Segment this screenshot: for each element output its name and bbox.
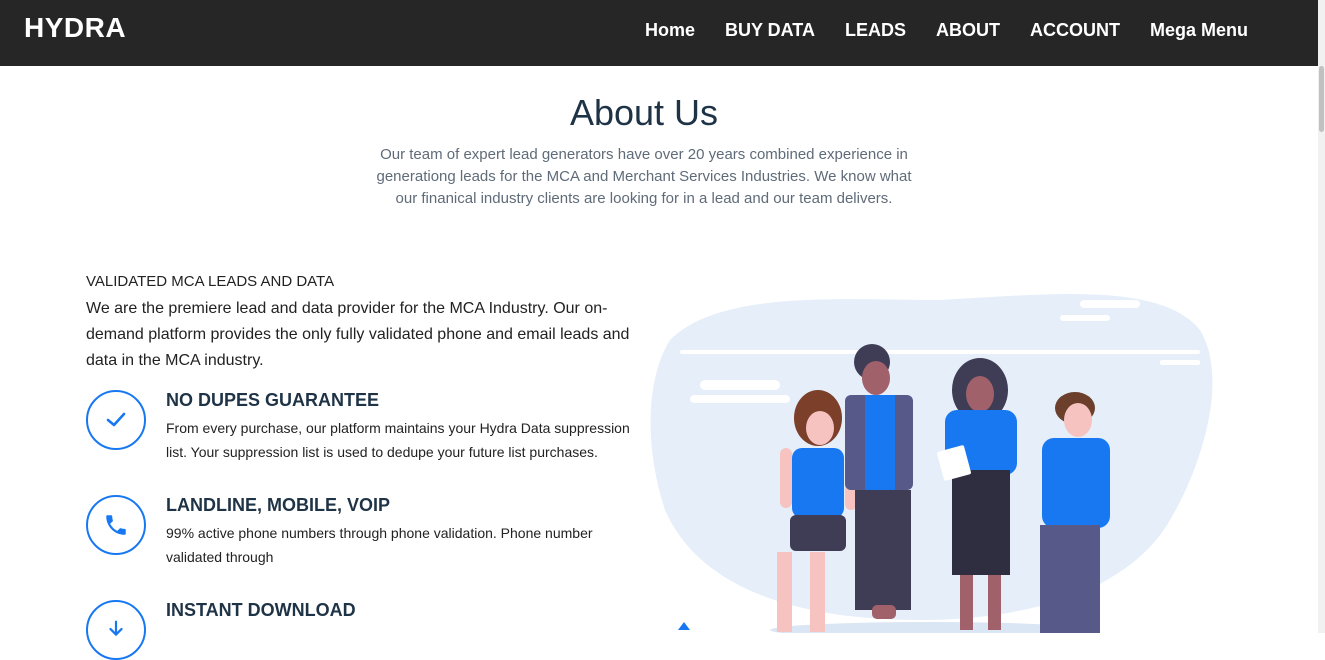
brand-logo[interactable]: HYDRA — [24, 12, 126, 44]
scrollbar-thumb[interactable] — [1319, 66, 1324, 132]
page-scrollbar[interactable] — [1318, 0, 1325, 633]
check-icon — [86, 390, 146, 450]
team-illustration — [640, 270, 1220, 638]
validated-text: We are the premiere lead and data provid… — [86, 300, 630, 369]
main-nav: Home BUY DATA LEADS ABOUT ACCOUNT Mega M… — [645, 20, 1248, 41]
nav-leads[interactable]: LEADS — [845, 20, 906, 41]
feature-text: 99% active phone numbers through phone v… — [166, 525, 593, 565]
about-title: About Us — [569, 92, 719, 133]
feature-title: LANDLINE, MOBILE, VOIP — [166, 495, 391, 515]
nav-mega-menu[interactable]: Mega Menu — [1150, 20, 1248, 41]
nav-about[interactable]: ABOUT — [936, 20, 1000, 41]
about-description: Our team of expert lead generators have … — [376, 146, 912, 207]
nav-buy-data[interactable]: BUY DATA — [725, 20, 815, 41]
nav-home[interactable]: Home — [645, 20, 695, 41]
feature-text: From every purchase, our platform mainta… — [166, 420, 630, 460]
feature-title: NO DUPES GUARANTEE — [166, 390, 380, 410]
validated-heading: VALIDATED MCA LEADS AND DATA — [86, 273, 335, 290]
download-icon — [86, 600, 146, 660]
top-navbar: HYDRA Home BUY DATA LEADS ABOUT ACCOUNT … — [0, 0, 1318, 66]
phone-icon — [86, 495, 146, 555]
feature-title: INSTANT DOWNLOAD — [166, 600, 356, 620]
nav-account[interactable]: ACCOUNT — [1030, 20, 1120, 41]
